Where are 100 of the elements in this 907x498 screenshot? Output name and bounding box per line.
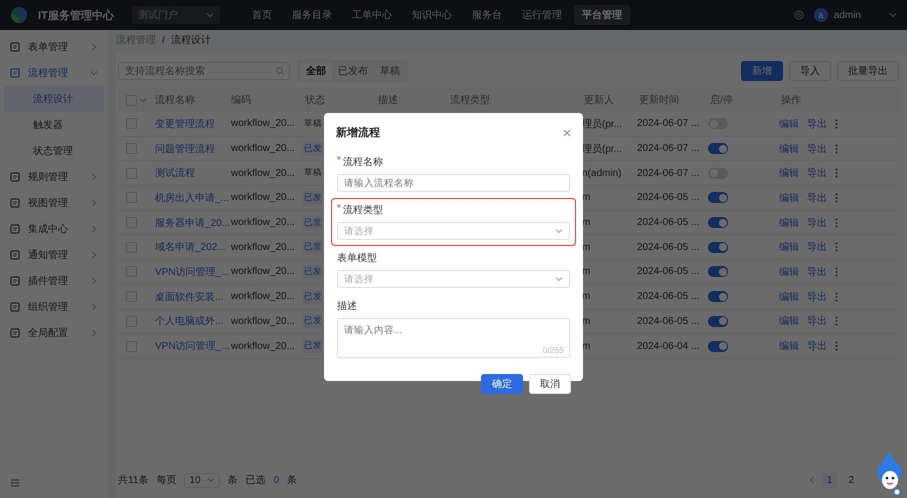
sidebar-item[interactable]: 视图管理 <box>0 190 108 216</box>
mascot-drawing[interactable] <box>875 450 903 496</box>
workflow-link[interactable]: 变更管理流程 <box>155 116 231 131</box>
more-icon[interactable] <box>835 144 838 154</box>
user-name[interactable]: admin <box>834 10 861 20</box>
toggle-switch[interactable] <box>708 217 728 228</box>
toggle-switch[interactable] <box>708 192 728 204</box>
confirm-button[interactable]: 确定 <box>481 374 523 394</box>
total-count: 共11条 <box>118 474 148 487</box>
workflow-link[interactable]: 问题管理流程 <box>155 142 231 156</box>
page-size-select[interactable]: 10 <box>184 472 220 488</box>
workflow-link[interactable]: 服务器申请_20... <box>155 216 231 230</box>
action-link[interactable]: 导出 <box>807 142 827 156</box>
more-icon[interactable] <box>835 266 838 277</box>
workflow-link[interactable]: 测试流程 <box>155 166 231 180</box>
workflow-link[interactable]: VPN访问管理_... <box>155 264 231 279</box>
nav-item[interactable]: 平台管理 <box>574 5 630 25</box>
nav-item[interactable]: 工单中心 <box>344 5 400 25</box>
more-icon[interactable] <box>835 242 838 252</box>
toggle-switch[interactable] <box>708 143 728 154</box>
avatar[interactable]: a <box>814 8 828 22</box>
menu-icon <box>10 250 20 260</box>
more-icon[interactable] <box>835 192 838 203</box>
workflow-link[interactable]: VPN访问管理_... <box>155 339 231 354</box>
nav-item[interactable]: 运行管理 <box>514 5 570 25</box>
action-link[interactable]: 编辑 <box>779 314 799 328</box>
sidebar-item[interactable]: 组织管理 <box>0 294 108 320</box>
action-link[interactable]: 编辑 <box>779 264 799 279</box>
sidebar-item[interactable]: 集成中心 <box>0 216 108 242</box>
more-icon[interactable] <box>835 341 838 352</box>
toggle-switch[interactable] <box>708 242 728 253</box>
action-link[interactable]: 编辑 <box>779 290 799 304</box>
nav-item[interactable]: 服务台 <box>464 5 510 25</box>
nav-item[interactable]: 知识中心 <box>404 5 460 25</box>
column-header: 更新时间 <box>639 94 680 107</box>
sidebar-subitem[interactable]: 触发器 <box>4 112 104 138</box>
select-field[interactable]: 请选择 <box>337 222 570 240</box>
settings-icon[interactable] <box>794 10 804 20</box>
workflow-link[interactable]: 桌面软件安装... <box>155 290 231 304</box>
more-icon[interactable] <box>835 316 838 326</box>
select-field[interactable]: 请选择 <box>337 270 570 288</box>
action-link[interactable]: 编辑 <box>779 339 799 354</box>
toolbar-button[interactable]: 批量导出 <box>837 61 899 81</box>
primary-button[interactable]: 新增 <box>741 61 783 81</box>
workflow-link[interactable]: 机房出入申请_... <box>155 190 231 205</box>
sidebar-item[interactable]: 插件管理 <box>0 268 108 294</box>
action-link[interactable]: 导出 <box>807 166 827 180</box>
toggle-switch[interactable] <box>708 316 728 327</box>
collapse-icon[interactable] <box>10 478 20 488</box>
action-link[interactable]: 编辑 <box>779 216 799 230</box>
action-link[interactable]: 编辑 <box>779 116 799 131</box>
action-link[interactable]: 导出 <box>807 339 827 354</box>
search-field[interactable]: 支持流程名称搜索 <box>118 62 290 80</box>
status-tag: 草稿 <box>303 166 323 180</box>
nav-item[interactable]: 服务目录 <box>284 5 340 25</box>
action-link[interactable]: 编辑 <box>779 190 799 205</box>
filter-tab[interactable]: 草稿 <box>374 62 406 80</box>
chevron-icon <box>90 277 98 285</box>
page-number[interactable]: 2 <box>843 472 859 488</box>
more-icon[interactable] <box>835 118 838 129</box>
action-link[interactable]: 导出 <box>807 264 827 279</box>
cancel-button[interactable]: 取消 <box>529 374 571 394</box>
action-link[interactable]: 导出 <box>807 290 827 304</box>
more-icon[interactable] <box>835 218 838 228</box>
column-header: 更新人 <box>584 94 615 107</box>
app-title: IT服务管理中心 <box>38 8 114 22</box>
sidebar-item[interactable]: 表单管理 <box>0 34 108 60</box>
toolbar-button[interactable]: 导入 <box>789 61 831 81</box>
previous-page-icon[interactable] <box>808 476 816 484</box>
action-link[interactable]: 导出 <box>807 216 827 230</box>
action-link[interactable]: 编辑 <box>779 166 799 180</box>
page-number[interactable]: 1 <box>822 472 838 488</box>
status-tag: 草稿 <box>303 116 323 131</box>
column-header: 状态 <box>305 94 326 107</box>
action-link[interactable]: 导出 <box>807 240 827 254</box>
toggle-switch[interactable] <box>708 291 728 302</box>
action-link[interactable]: 导出 <box>807 116 827 131</box>
workflow-link[interactable]: 域名申请_202... <box>155 240 231 254</box>
sidebar-item[interactable]: 通知管理 <box>0 242 108 268</box>
sidebar-subitem[interactable]: 流程设计 <box>4 86 104 112</box>
more-icon[interactable] <box>835 168 838 178</box>
action-link[interactable]: 导出 <box>807 190 827 205</box>
workflow-link[interactable]: 个人电脑或外... <box>155 314 231 328</box>
action-link[interactable]: 导出 <box>807 314 827 328</box>
chevron-icon <box>139 96 147 104</box>
sidebar-item[interactable]: 流程管理 <box>0 60 108 86</box>
sidebar-subitem[interactable]: 状态管理 <box>4 138 104 164</box>
sidebar-item[interactable]: 规则管理 <box>0 164 108 190</box>
nav-item[interactable]: 首页 <box>244 5 280 25</box>
name-input[interactable]: 请输入流程名称 <box>337 174 570 192</box>
sidebar-item[interactable]: 全局配置 <box>0 320 108 346</box>
toggle-switch[interactable] <box>708 266 728 278</box>
table-cell-text: 2024-06-05 ... <box>637 266 700 278</box>
filter-tab[interactable]: 全部 <box>300 62 332 80</box>
toggle-switch[interactable] <box>708 340 728 352</box>
filter-tab[interactable]: 已发布 <box>332 62 374 80</box>
action-link[interactable]: 编辑 <box>779 142 799 156</box>
action-link[interactable]: 编辑 <box>779 240 799 254</box>
more-icon[interactable] <box>835 292 838 302</box>
close-icon[interactable] <box>563 128 571 136</box>
